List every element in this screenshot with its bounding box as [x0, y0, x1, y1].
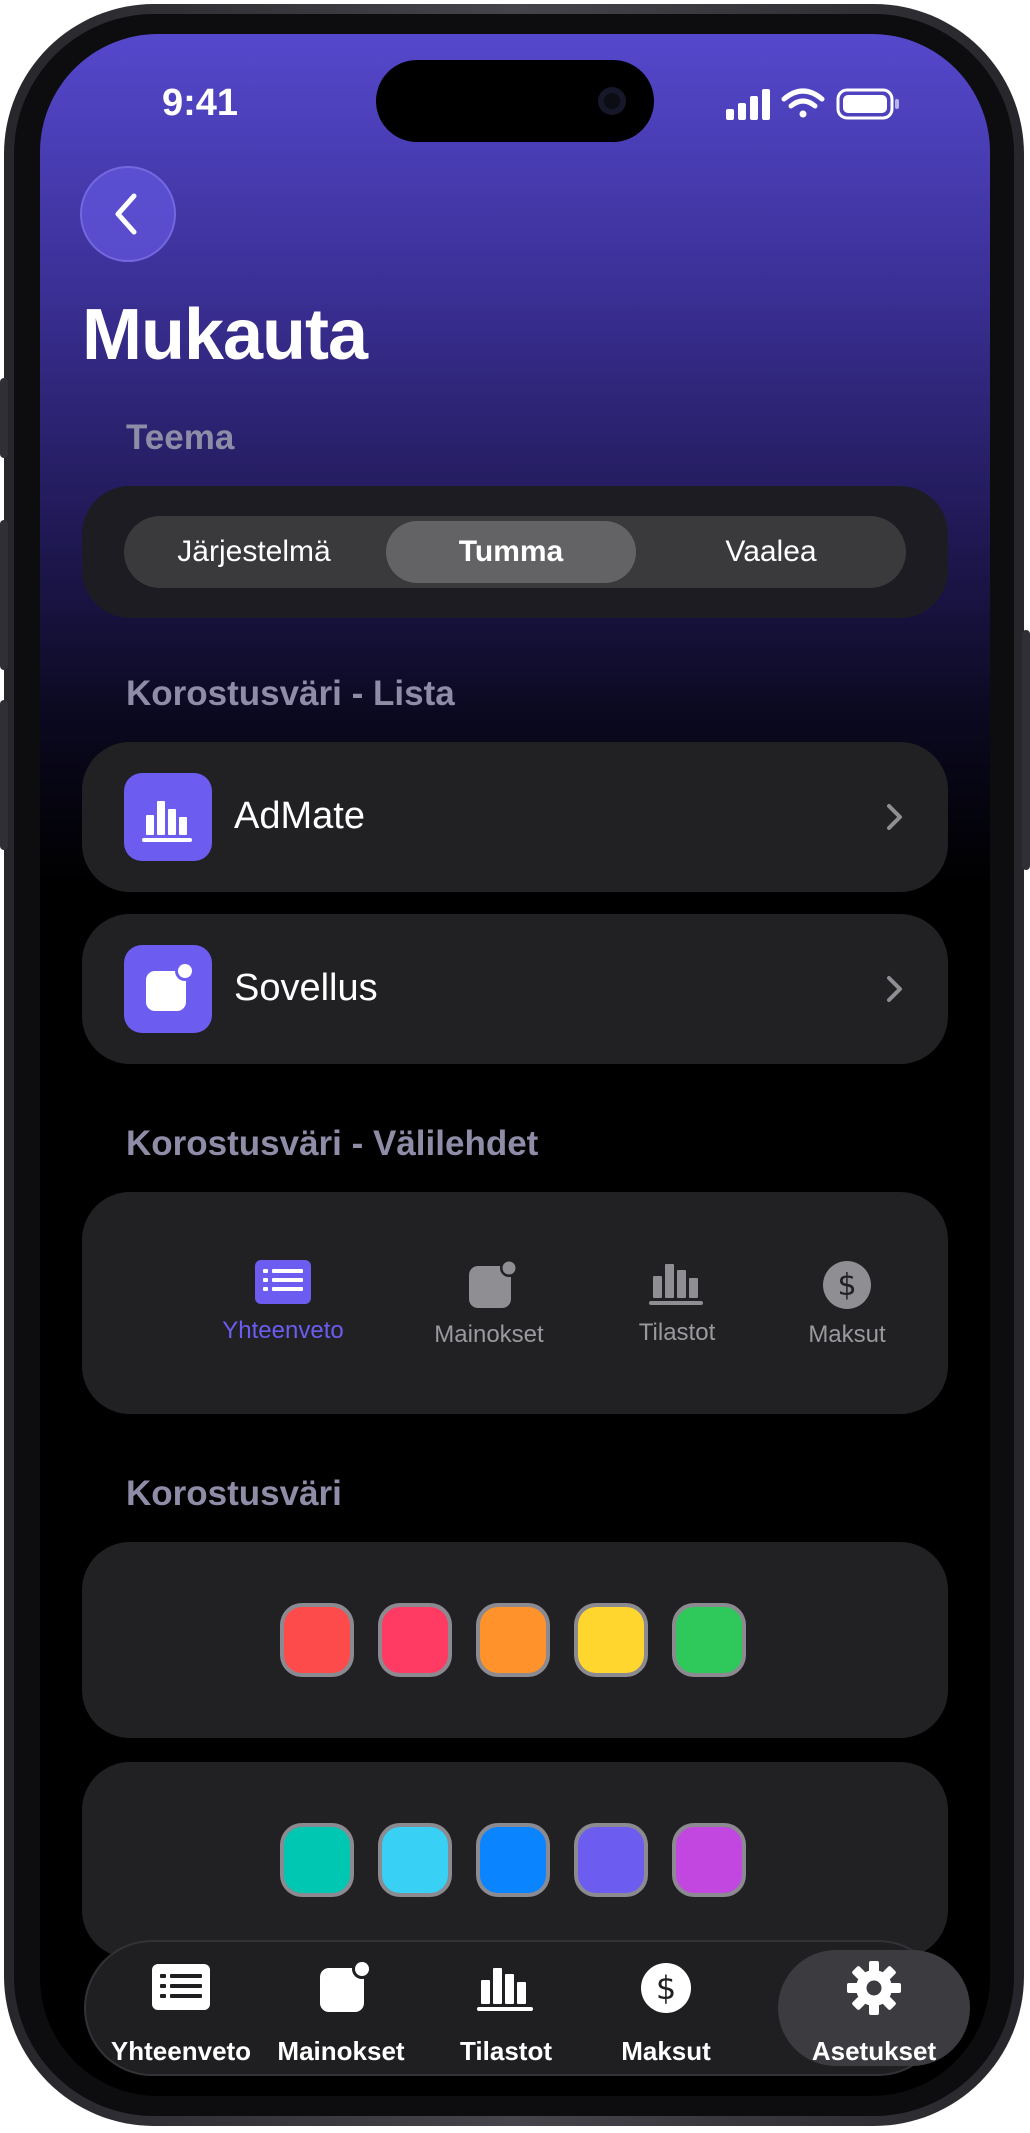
list-icon	[255, 1260, 311, 1304]
accent-swatch-indigo[interactable]	[578, 1827, 644, 1893]
accent-swatch-pink[interactable]	[382, 1607, 448, 1673]
bottom-tab-bar: Yhteenveto Mainokset Tilastot $ Maksut A…	[86, 1942, 970, 2074]
tab-mainokset[interactable]: Mainokset	[266, 1942, 416, 2074]
dollar-icon: $	[823, 1261, 871, 1309]
list-accent-row-label: AdMate	[234, 795, 365, 837]
accent-swatch-card-2	[82, 1762, 948, 1958]
svg-text:$: $	[656, 1969, 676, 2007]
tab-preview-label: Yhteenveto	[222, 1317, 344, 1344]
tab-label: Yhteenveto	[110, 2036, 252, 2066]
tab-label: Maksut	[621, 2036, 711, 2066]
app-badge-icon	[124, 945, 212, 1033]
theme-option-light[interactable]: Vaalea	[636, 516, 906, 588]
bar-chart-icon	[649, 1264, 703, 1305]
volume-down-button	[0, 700, 8, 850]
dollar-icon: $	[641, 1963, 691, 2013]
dynamic-island	[376, 60, 654, 142]
tab-asetukset[interactable]: Asetukset	[786, 1942, 962, 2074]
signal-icon	[726, 89, 770, 120]
tab-preview-label: Tilastot	[638, 1319, 716, 1346]
list-accent-row-label: Sovellus	[234, 967, 378, 1009]
app-badge-icon	[320, 1960, 370, 2012]
accent-section-label: Korostusväri	[126, 1474, 342, 1513]
battery-icon	[836, 88, 899, 120]
accent-swatch-cyan[interactable]	[382, 1827, 448, 1893]
tab-preview-maksut: $ Maksut	[762, 1260, 932, 1349]
theme-segmented-control: Järjestelmä Tumma Vaalea	[124, 516, 906, 588]
list-accent-row-sovellus[interactable]: Sovellus	[82, 914, 948, 1064]
page-title: Mukauta	[82, 295, 368, 375]
wifi-icon	[781, 88, 825, 118]
tab-yhteenveto[interactable]: Yhteenveto	[106, 1942, 256, 2074]
accent-swatch-yellow[interactable]	[578, 1607, 644, 1673]
tab-preview-tilastot: Tilastot	[592, 1260, 762, 1347]
theme-option-dark[interactable]: Tumma	[386, 521, 636, 583]
theme-segmented-card: Järjestelmä Tumma Vaalea	[82, 486, 948, 618]
theme-section-label: Teema	[126, 418, 235, 457]
bar-chart-icon	[477, 1968, 533, 2011]
accent-swatch-orange[interactable]	[480, 1607, 546, 1673]
gear-icon	[847, 1961, 901, 2015]
accent-swatch-blue[interactable]	[480, 1827, 546, 1893]
list-icon	[152, 1964, 210, 2010]
tab-accent-section-label: Korostusväri - Välilehdet	[126, 1124, 539, 1163]
tab-preview-mainokset: Mainokset	[404, 1259, 574, 1349]
theme-option-system[interactable]: Järjestelmä	[124, 516, 384, 588]
status-icons	[712, 87, 952, 121]
power-button	[1022, 630, 1030, 870]
tab-preview-yhteenveto: Yhteenveto	[198, 1260, 368, 1345]
chevron-right-icon	[887, 804, 902, 830]
tab-accent-preview-card[interactable]: Yhteenveto Mainokset Tilastot $ Maksut	[82, 1192, 948, 1414]
accent-swatch-red[interactable]	[284, 1607, 350, 1673]
chevron-left-icon	[115, 193, 137, 235]
accent-swatch-purple[interactable]	[676, 1827, 742, 1893]
tab-preview-label: Mainokset	[434, 1321, 544, 1348]
svg-text:$: $	[837, 1268, 856, 1303]
screen: 9:41 Mukauta Teema Järjestelmä Tumma Vaa…	[40, 34, 990, 2096]
tab-preview-label: Maksut	[808, 1321, 886, 1348]
chevron-right-icon	[887, 976, 902, 1002]
tab-label: Mainokset	[277, 2036, 405, 2066]
status-time: 9:41	[161, 82, 239, 124]
action-button	[0, 378, 8, 458]
accent-swatch-green[interactable]	[676, 1607, 742, 1673]
tab-maksut[interactable]: $ Maksut	[601, 1942, 731, 2074]
app-badge-icon	[469, 1259, 518, 1308]
tab-label: Tilastot	[460, 2036, 552, 2066]
tab-label: Asetukset	[811, 2036, 937, 2066]
accent-swatch-card-1	[82, 1542, 948, 1738]
camera-icon	[598, 87, 626, 115]
volume-up-button	[0, 520, 8, 670]
back-button[interactable]	[80, 166, 176, 262]
list-accent-row-admate[interactable]: AdMate	[82, 742, 948, 892]
bar-chart-icon	[124, 773, 212, 861]
list-accent-section-label: Korostusväri - Lista	[126, 674, 455, 713]
accent-swatch-teal[interactable]	[284, 1827, 350, 1893]
tab-tilastot[interactable]: Tilastot	[431, 1942, 581, 2074]
